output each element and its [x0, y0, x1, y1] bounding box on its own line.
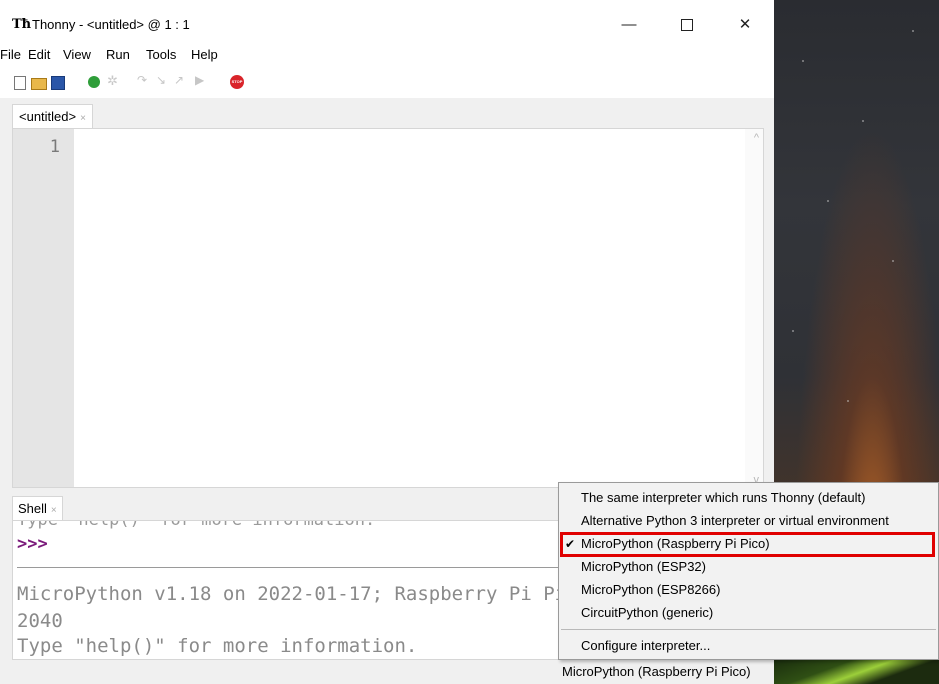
close-tab-icon[interactable]: × [80, 113, 86, 124]
interpreter-status-button[interactable]: MicroPython (Raspberry Pi Pico) [557, 662, 772, 682]
scroll-up-icon[interactable]: ^ [754, 132, 759, 144]
option-label: CircuitPython (generic) [581, 605, 714, 620]
interpreter-menu: The same interpreter which runs Thonny (… [558, 482, 939, 660]
interpreter-option-python3-venv[interactable]: Alternative Python 3 interpreter or virt… [559, 510, 938, 532]
shell-output-line: 2040 [17, 610, 63, 632]
run-icon[interactable] [88, 76, 100, 88]
star [802, 60, 804, 62]
resume-icon[interactable]: ▶ [195, 73, 204, 87]
maximize-button[interactable] [664, 10, 710, 40]
step-out-icon[interactable]: ↗ [174, 73, 184, 87]
debug-icon[interactable]: ✲ [107, 73, 118, 89]
shell-prompt: >>> [17, 534, 48, 554]
window-title: Thonny - <untitled> @ 1 : 1 [32, 17, 190, 32]
shell-output-line: Type "help()" for more information. [17, 520, 376, 530]
star [827, 200, 829, 202]
maximize-icon [681, 19, 693, 32]
selection-highlight-box [560, 532, 935, 557]
stop-icon-label: STOP [231, 79, 243, 84]
tab-untitled[interactable]: <untitled> × [12, 104, 93, 129]
menu-view[interactable]: View [63, 47, 91, 62]
star [792, 330, 794, 332]
configure-interpreter-item[interactable]: Configure interpreter... [559, 635, 938, 657]
title-bar: Tħ Thonny - <untitled> @ 1 : 1 — ✕ [0, 0, 774, 44]
star [862, 120, 864, 122]
option-label: MicroPython (ESP8266) [581, 582, 721, 597]
shell-output-line: Type "help()" for more information. [17, 635, 418, 657]
option-label: MicroPython (ESP32) [581, 559, 706, 574]
menu-bar: File Edit View Run Tools Help [0, 44, 774, 66]
editor-scrollbar[interactable]: ^ v [745, 129, 763, 487]
code-editor[interactable]: 1 ^ v [12, 128, 764, 488]
interpreter-option-micropython-esp32[interactable]: MicroPython (ESP32) [559, 556, 938, 578]
tab-shell-label: Shell [18, 501, 47, 516]
stop-icon[interactable]: STOP [230, 75, 244, 89]
close-button[interactable]: ✕ [722, 10, 768, 40]
option-label: Configure interpreter... [581, 638, 711, 653]
menu-help[interactable]: Help [191, 47, 218, 62]
thonny-icon: Tħ [12, 17, 32, 32]
minimize-button[interactable]: — [606, 10, 652, 40]
interpreter-option-micropython-esp8266[interactable]: MicroPython (ESP8266) [559, 579, 938, 601]
tab-shell[interactable]: Shell × [12, 496, 63, 521]
star [847, 400, 849, 402]
toolbar: ✲ ↷ ↘ ↗ ▶ STOP [0, 66, 774, 98]
menu-separator [561, 629, 936, 630]
star [912, 30, 914, 32]
menu-edit[interactable]: Edit [28, 47, 50, 62]
tab-untitled-label: <untitled> [19, 109, 77, 124]
step-into-icon[interactable]: ↘ [156, 73, 166, 87]
menu-file[interactable]: File [0, 47, 21, 62]
star [892, 260, 894, 262]
line-number-gutter: 1 [13, 129, 74, 487]
new-file-icon[interactable] [14, 76, 26, 90]
step-over-icon[interactable]: ↷ [137, 73, 147, 87]
menu-run[interactable]: Run [106, 47, 130, 62]
line-number: 1 [49, 137, 60, 157]
interpreter-option-default[interactable]: The same interpreter which runs Thonny (… [559, 487, 938, 509]
option-label: Alternative Python 3 interpreter or virt… [581, 513, 889, 528]
option-label: The same interpreter which runs Thonny (… [581, 490, 866, 505]
close-tab-icon[interactable]: × [51, 505, 57, 516]
menu-tools[interactable]: Tools [146, 47, 176, 62]
interpreter-option-circuitpython[interactable]: CircuitPython (generic) [559, 602, 938, 624]
save-icon[interactable] [51, 76, 65, 90]
open-file-icon[interactable] [31, 78, 47, 90]
